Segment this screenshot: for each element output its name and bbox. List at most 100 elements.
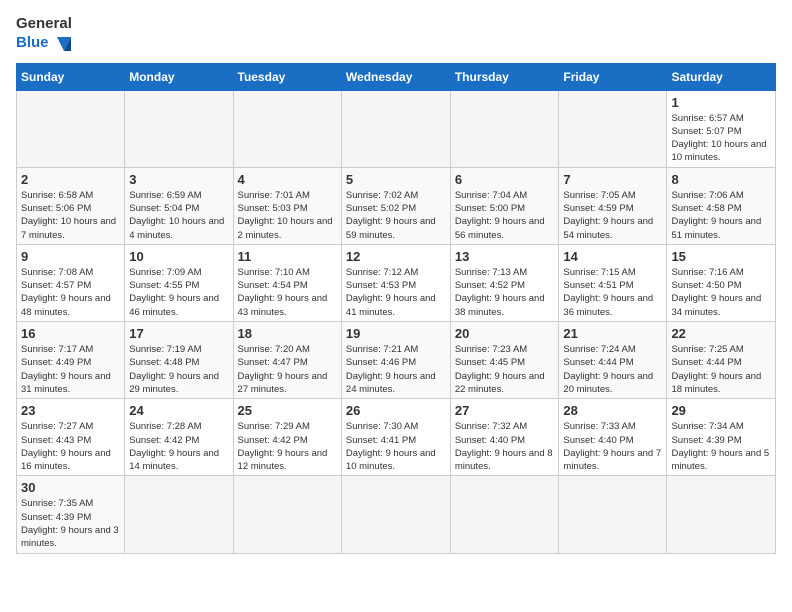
logo: General Blue [16, 16, 75, 55]
day-number: 27 [455, 403, 555, 418]
logo-triangle-icon [53, 33, 75, 55]
header: General Blue [16, 16, 776, 55]
calendar-cell [450, 90, 559, 167]
calendar-cell: 10Sunrise: 7:09 AM Sunset: 4:55 PM Dayli… [125, 244, 233, 321]
logo-general: General [16, 16, 75, 33]
day-info: Sunrise: 7:19 AM Sunset: 4:48 PM Dayligh… [129, 343, 228, 396]
calendar-cell: 14 Sunrise: 7:15 AM Sunset: 4:51 PM Dayli… [559, 244, 667, 321]
day-number: 2 [21, 172, 120, 187]
day-number: 26 [346, 403, 446, 418]
calendar-cell: 22Sunrise: 7:25 AM Sunset: 4:44 PM Dayli… [667, 322, 776, 399]
day-info: Sunrise: 7:28 AM Sunset: 4:42 PM Dayligh… [129, 420, 228, 473]
day-number: 14 [563, 249, 662, 264]
day-number: 21 [563, 326, 662, 341]
calendar-cell: 27 Sunrise: 7:32 AM Sunset: 4:40 PM Dayli… [450, 399, 559, 476]
day-info: Sunrise: 7:21 AM Sunset: 4:46 PM Dayligh… [346, 343, 446, 396]
day-info: Sunrise: 7:25 AM Sunset: 4:44 PM Dayligh… [671, 343, 771, 396]
calendar-week-5: 30 Sunrise: 7:35 AM Sunset: 4:39 PM Dayli… [17, 476, 776, 553]
header-tuesday: Tuesday [233, 63, 341, 90]
day-info: Sunrise: 7:20 AM Sunset: 4:47 PM Dayligh… [238, 343, 337, 396]
day-number: 13 [455, 249, 555, 264]
calendar-cell: 12Sunrise: 7:12 AM Sunset: 4:53 PM Dayli… [341, 244, 450, 321]
header-friday: Friday [559, 63, 667, 90]
day-number: 17 [129, 326, 228, 341]
calendar-table: SundayMondayTuesdayWednesdayThursdayFrid… [16, 63, 776, 554]
calendar-cell: 20Sunrise: 7:23 AM Sunset: 4:45 PM Dayli… [450, 322, 559, 399]
day-number: 29 [671, 403, 771, 418]
calendar-cell: 6 Sunrise: 7:04 AM Sunset: 5:00 PM Daylig… [450, 167, 559, 244]
day-number: 28 [563, 403, 662, 418]
header-sunday: Sunday [17, 63, 125, 90]
calendar-cell: 5 Sunrise: 7:02 AM Sunset: 5:02 PM Daylig… [341, 167, 450, 244]
calendar-cell: 18 Sunrise: 7:20 AM Sunset: 4:47 PM Dayli… [233, 322, 341, 399]
calendar-cell: 23Sunrise: 7:27 AM Sunset: 4:43 PM Dayli… [17, 399, 125, 476]
calendar-header-row: SundayMondayTuesdayWednesdayThursdayFrid… [17, 63, 776, 90]
day-number: 30 [21, 480, 120, 495]
calendar-cell: 19 Sunrise: 7:21 AM Sunset: 4:46 PM Dayli… [341, 322, 450, 399]
day-number: 6 [455, 172, 555, 187]
calendar-week-2: 9 Sunrise: 7:08 AM Sunset: 4:57 PM Daylig… [17, 244, 776, 321]
logo-container: General Blue [16, 16, 75, 55]
calendar-cell [233, 476, 341, 553]
calendar-cell: 2 Sunrise: 6:58 AM Sunset: 5:06 PM Daylig… [17, 167, 125, 244]
calendar-cell [559, 476, 667, 553]
day-info: Sunrise: 7:35 AM Sunset: 4:39 PM Dayligh… [21, 497, 120, 550]
calendar-week-3: 16 Sunrise: 7:17 AM Sunset: 4:49 PM Dayli… [17, 322, 776, 399]
calendar-cell: 7 Sunrise: 7:05 AM Sunset: 4:59 PM Daylig… [559, 167, 667, 244]
day-info: Sunrise: 7:23 AM Sunset: 4:45 PM Dayligh… [455, 343, 555, 396]
calendar-cell [125, 476, 233, 553]
day-info: Sunrise: 6:58 AM Sunset: 5:06 PM Dayligh… [21, 189, 120, 242]
day-info: Sunrise: 7:34 AM Sunset: 4:39 PM Dayligh… [671, 420, 771, 473]
day-info: Sunrise: 7:13 AM Sunset: 4:52 PM Dayligh… [455, 266, 555, 319]
calendar-cell: 9 Sunrise: 7:08 AM Sunset: 4:57 PM Daylig… [17, 244, 125, 321]
calendar-cell [559, 90, 667, 167]
day-info: Sunrise: 7:10 AM Sunset: 4:54 PM Dayligh… [238, 266, 337, 319]
header-wednesday: Wednesday [341, 63, 450, 90]
calendar-cell: 8Sunrise: 7:06 AM Sunset: 4:58 PM Daylig… [667, 167, 776, 244]
calendar-cell: 15 Sunrise: 7:16 AM Sunset: 4:50 PM Dayli… [667, 244, 776, 321]
day-info: Sunrise: 7:17 AM Sunset: 4:49 PM Dayligh… [21, 343, 120, 396]
calendar-cell [667, 476, 776, 553]
calendar-cell: 28Sunrise: 7:33 AM Sunset: 4:40 PM Dayli… [559, 399, 667, 476]
day-number: 24 [129, 403, 228, 418]
day-number: 3 [129, 172, 228, 187]
day-number: 7 [563, 172, 662, 187]
day-info: Sunrise: 7:32 AM Sunset: 4:40 PM Dayligh… [455, 420, 555, 473]
day-number: 19 [346, 326, 446, 341]
day-number: 16 [21, 326, 120, 341]
day-info: Sunrise: 7:15 AM Sunset: 4:51 PM Dayligh… [563, 266, 662, 319]
header-saturday: Saturday [667, 63, 776, 90]
calendar-cell: 29 Sunrise: 7:34 AM Sunset: 4:39 PM Dayli… [667, 399, 776, 476]
calendar-cell: 4Sunrise: 7:01 AM Sunset: 5:03 PM Daylig… [233, 167, 341, 244]
calendar-cell: 30 Sunrise: 7:35 AM Sunset: 4:39 PM Dayli… [17, 476, 125, 553]
day-info: Sunrise: 7:08 AM Sunset: 4:57 PM Dayligh… [21, 266, 120, 319]
calendar-cell [450, 476, 559, 553]
calendar-cell: 1Sunrise: 6:57 AM Sunset: 5:07 PM Daylig… [667, 90, 776, 167]
day-info: Sunrise: 7:01 AM Sunset: 5:03 PM Dayligh… [238, 189, 337, 242]
day-number: 25 [238, 403, 337, 418]
day-info: Sunrise: 7:29 AM Sunset: 4:42 PM Dayligh… [238, 420, 337, 473]
calendar-cell [125, 90, 233, 167]
day-info: Sunrise: 7:04 AM Sunset: 5:00 PM Dayligh… [455, 189, 555, 242]
day-info: Sunrise: 7:06 AM Sunset: 4:58 PM Dayligh… [671, 189, 771, 242]
calendar-week-1: 2 Sunrise: 6:58 AM Sunset: 5:06 PM Daylig… [17, 167, 776, 244]
day-number: 1 [671, 95, 771, 110]
calendar-cell: 3 Sunrise: 6:59 AM Sunset: 5:04 PM Daylig… [125, 167, 233, 244]
day-number: 18 [238, 326, 337, 341]
calendar-cell: 26Sunrise: 7:30 AM Sunset: 4:41 PM Dayli… [341, 399, 450, 476]
day-number: 5 [346, 172, 446, 187]
day-info: Sunrise: 7:05 AM Sunset: 4:59 PM Dayligh… [563, 189, 662, 242]
calendar-week-0: 1Sunrise: 6:57 AM Sunset: 5:07 PM Daylig… [17, 90, 776, 167]
calendar-cell: 25 Sunrise: 7:29 AM Sunset: 4:42 PM Dayli… [233, 399, 341, 476]
day-info: Sunrise: 7:02 AM Sunset: 5:02 PM Dayligh… [346, 189, 446, 242]
calendar-cell: 16 Sunrise: 7:17 AM Sunset: 4:49 PM Dayli… [17, 322, 125, 399]
calendar-cell: 17 Sunrise: 7:19 AM Sunset: 4:48 PM Dayli… [125, 322, 233, 399]
day-number: 15 [671, 249, 771, 264]
day-number: 11 [238, 249, 337, 264]
day-info: Sunrise: 7:12 AM Sunset: 4:53 PM Dayligh… [346, 266, 446, 319]
day-number: 10 [129, 249, 228, 264]
day-info: Sunrise: 6:59 AM Sunset: 5:04 PM Dayligh… [129, 189, 228, 242]
day-info: Sunrise: 7:16 AM Sunset: 4:50 PM Dayligh… [671, 266, 771, 319]
day-info: Sunrise: 7:24 AM Sunset: 4:44 PM Dayligh… [563, 343, 662, 396]
day-number: 9 [21, 249, 120, 264]
